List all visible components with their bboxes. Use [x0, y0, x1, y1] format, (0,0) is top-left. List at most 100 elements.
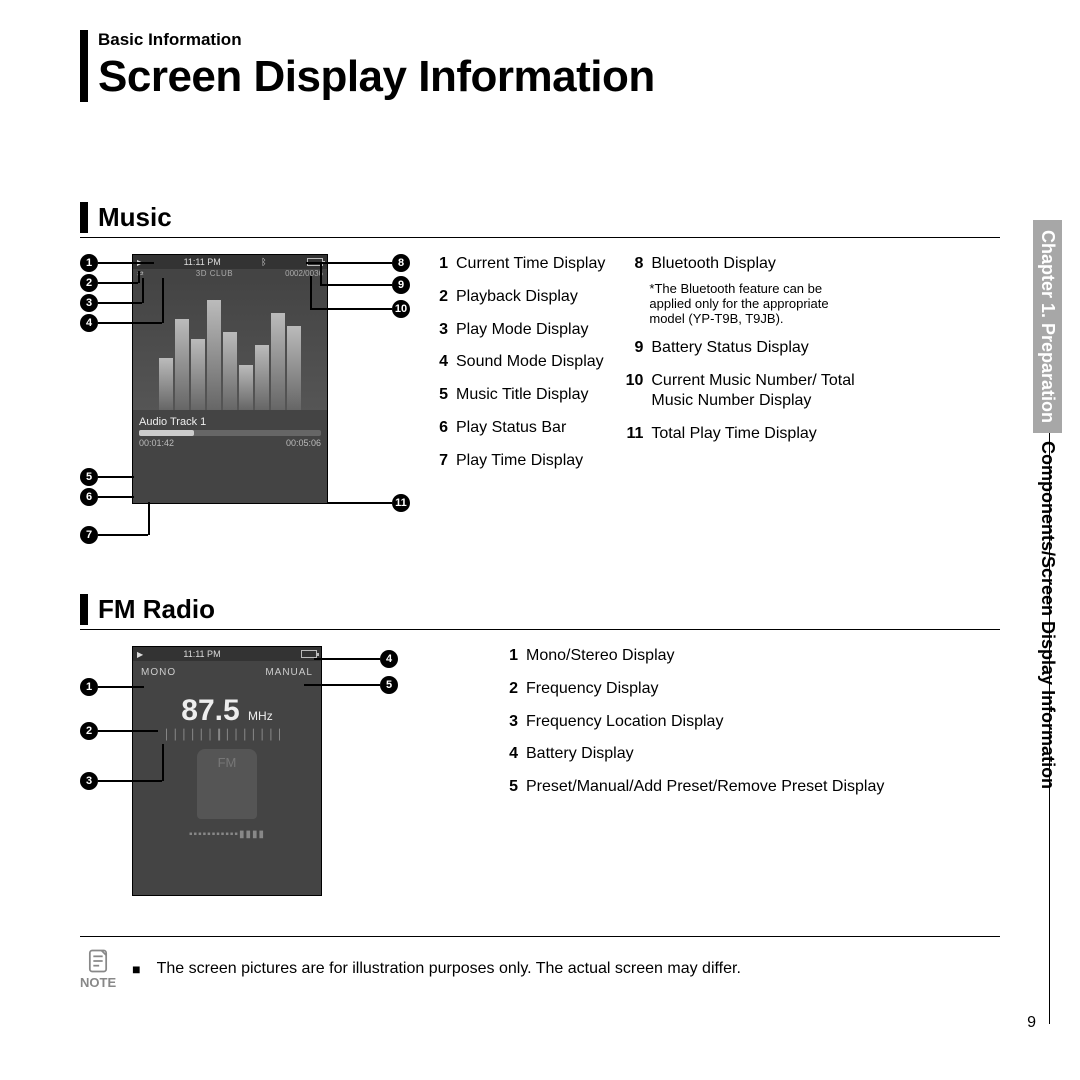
- legend-item: 9Battery Status Display: [625, 338, 865, 359]
- section-heading-music: Music: [80, 202, 1000, 233]
- legend-item: 4Sound Mode Display: [430, 352, 605, 373]
- status-bar: ▶ 11:11 PM: [133, 647, 321, 661]
- radio-block: 1 2 3 4 5 ▶ 11:11 PM MONO MANUAL: [80, 646, 1000, 906]
- note-label: NOTE: [80, 975, 116, 990]
- time-display: 11:11 PM: [184, 257, 221, 267]
- side-tab: Chapter 1. Preparation Components/Screen…: [1033, 220, 1062, 797]
- leader-line: [320, 262, 322, 285]
- legend-item: 3Frequency Location Display: [500, 712, 1000, 733]
- music-legend: 1Current Time Display 2Playback Display …: [430, 254, 1000, 554]
- radio-legend: 1Mono/Stereo Display 2Frequency Display …: [500, 646, 1000, 906]
- legend-item: 10Current Music Number/ Total Music Numb…: [625, 371, 865, 413]
- bullet-icon: ■: [132, 961, 140, 977]
- legend-item: 3Play Mode Display: [430, 320, 605, 341]
- callout-10: 10: [392, 300, 410, 318]
- leader-line: [310, 308, 392, 310]
- note-icon: NOTE: [80, 947, 116, 990]
- leader-line: [98, 496, 134, 498]
- note-row: NOTE ■ The screen pictures are for illus…: [80, 937, 1000, 990]
- radio-device: 1 2 3 4 5 ▶ 11:11 PM MONO MANUAL: [80, 646, 400, 906]
- track-title: Audio Track 1: [133, 410, 327, 430]
- leader-line: [306, 262, 392, 264]
- radio-sub-line: MONO MANUAL: [133, 661, 321, 678]
- leader-line: [162, 278, 164, 323]
- play-time: 00:01:42: [139, 438, 174, 448]
- legend-item: 2Playback Display: [430, 287, 605, 308]
- legend-item: 5Music Title Display: [430, 385, 605, 406]
- leader-line: [98, 302, 142, 304]
- callout-11: 11: [392, 494, 410, 512]
- frequency-scale: ▏▏▏▏▏▏▎▏▏▏▏▏▏▏: [133, 730, 321, 741]
- legend-col-right: 8Bluetooth Display *The Bluetooth featur…: [625, 254, 865, 554]
- leader-line: [320, 284, 392, 286]
- manual-page: Basic Information Screen Display Informa…: [80, 30, 1000, 990]
- legend-item: 8Bluetooth Display: [625, 254, 865, 275]
- divider: [80, 237, 1000, 238]
- leader-line: [98, 262, 154, 264]
- music-device: 1 2 3 4 5 6 7 8 9 10 11: [80, 254, 410, 554]
- leader-line: [310, 276, 312, 309]
- time-row: 00:01:42 00:05:06: [133, 436, 327, 450]
- section-path: Components/Screen Display Information: [1033, 433, 1062, 797]
- mono-label: MONO: [141, 667, 176, 678]
- leader-line: [304, 684, 380, 686]
- callout-6: 6: [80, 488, 98, 506]
- track-counter: 0002/0036: [285, 269, 323, 278]
- breadcrumb: Basic Information: [98, 30, 1000, 50]
- bluetooth-icon: ᛒ: [261, 257, 266, 267]
- legend-col-left: 1Current Time Display 2Playback Display …: [430, 254, 605, 554]
- leader-line: [98, 730, 158, 732]
- legend-item: 7Play Time Display: [430, 451, 605, 472]
- status-bar: ▶ 11:11 PM ᛒ: [133, 255, 327, 269]
- chapter-label: Chapter 1. Preparation: [1033, 220, 1062, 433]
- callout-7: 7: [80, 526, 98, 544]
- legend-item: 1Mono/Stereo Display: [500, 646, 1000, 667]
- leader-line: [314, 658, 380, 660]
- leader-line: [98, 322, 162, 324]
- callout-1: 1: [80, 254, 98, 272]
- sound-mode: 3D CLUB: [196, 269, 233, 278]
- section-heading-radio: FM Radio: [80, 594, 1000, 625]
- music-block: 1 2 3 4 5 6 7 8 9 10 11: [80, 254, 1000, 554]
- fm-radio-icon: [197, 749, 257, 819]
- leader-line: [142, 278, 144, 303]
- frequency-display: 87.5 MHz: [133, 678, 321, 730]
- legend-item: 11Total Play Time Display: [625, 424, 865, 445]
- callout-r1: 1: [80, 678, 98, 696]
- note-text: The screen pictures are for illustration…: [157, 960, 741, 978]
- callout-8: 8: [392, 254, 410, 272]
- divider: [80, 629, 1000, 630]
- leader-line: [138, 271, 140, 283]
- leader-line: [98, 534, 148, 536]
- callout-9: 9: [392, 276, 410, 294]
- battery-icon: [301, 650, 317, 658]
- time-display: 11:11 PM: [183, 649, 220, 659]
- progress-bar: [133, 430, 327, 436]
- legend-item: 4Battery Display: [500, 744, 1000, 765]
- mode-label: MANUAL: [265, 667, 313, 678]
- callout-3: 3: [80, 294, 98, 312]
- leader-line: [98, 780, 162, 782]
- legend-item: 1Current Time Display: [430, 254, 605, 275]
- leader-line: [328, 502, 392, 504]
- radio-screen: ▶ 11:11 PM MONO MANUAL 87.5 MHz ▏▏▏▏▏▏▎▏…: [132, 646, 322, 896]
- callout-r4: 4: [380, 650, 398, 668]
- signal-dots: ▪▪▪▪▪▪▪▪▪▪▪▮▮▮▮: [133, 829, 321, 840]
- leader-line: [98, 476, 134, 478]
- legend-item: 5Preset/Manual/Add Preset/Remove Preset …: [500, 777, 1000, 798]
- page-number: 9: [1027, 1014, 1036, 1032]
- leader-line: [148, 502, 150, 535]
- callout-2: 2: [80, 274, 98, 292]
- legend-item: 6Play Status Bar: [430, 418, 605, 439]
- callout-5: 5: [80, 468, 98, 486]
- leader-line: [98, 282, 138, 284]
- callout-r2: 2: [80, 722, 98, 740]
- callout-r5: 5: [380, 676, 398, 694]
- page-header: Basic Information Screen Display Informa…: [80, 30, 1000, 102]
- leader-line: [98, 686, 144, 688]
- callout-r3: 3: [80, 772, 98, 790]
- callout-4: 4: [80, 314, 98, 332]
- legend-item: 2Frequency Display: [500, 679, 1000, 700]
- play-icon: ▶: [137, 650, 143, 659]
- bluetooth-note: *The Bluetooth feature can be applied on…: [625, 281, 865, 326]
